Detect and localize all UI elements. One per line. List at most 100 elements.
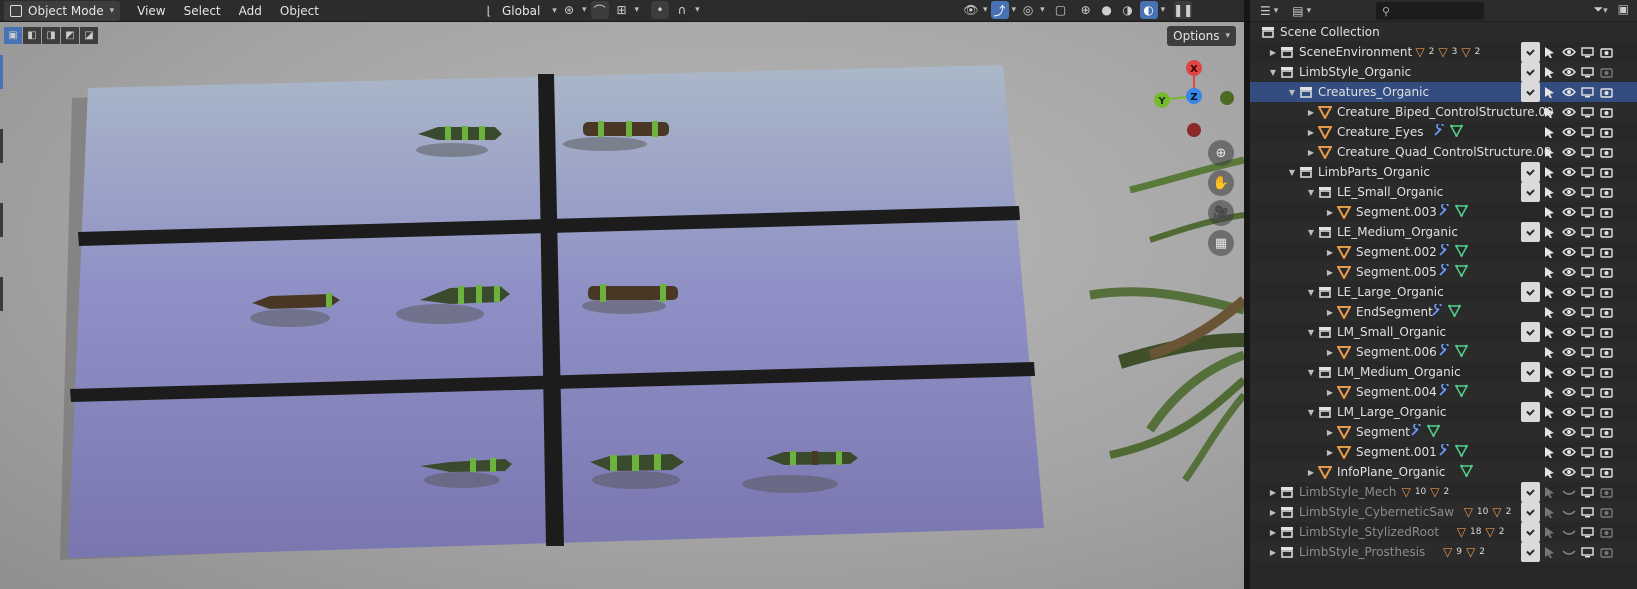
gizmo-neg-y-axis[interactable]	[1220, 91, 1234, 105]
collection-row[interactable]: ▶ SceneEnvironment ▽ 2 ▽ 3 ▽ 2	[1250, 42, 1637, 62]
collection-row[interactable]: ▼ LimbParts_Organic	[1250, 162, 1637, 182]
viewport-display-icon[interactable]	[1578, 442, 1597, 462]
collection-row[interactable]: ▶ LimbStyle_Prosthesis ▽ 9 ▽ 2	[1250, 542, 1637, 562]
modifier-wrench-icon[interactable]	[1431, 302, 1444, 320]
visibility-eye-icon[interactable]	[1559, 102, 1578, 122]
viewport-display-icon[interactable]	[1578, 162, 1597, 182]
collection-row[interactable]: ▼ LE_Large_Organic	[1250, 282, 1637, 302]
disclosure-closed-icon[interactable]: ▶	[1324, 348, 1336, 357]
menu-select[interactable]: Select	[175, 0, 230, 22]
exclude-checkbox[interactable]	[1521, 462, 1540, 482]
mesh-data-icon[interactable]	[1454, 344, 1469, 360]
modifier-wrench-icon[interactable]	[1438, 262, 1451, 280]
render-camera-icon[interactable]	[1597, 322, 1616, 342]
disclosure-open-icon[interactable]: ▼	[1305, 228, 1317, 237]
disclosure-closed-icon[interactable]: ▶	[1324, 308, 1336, 317]
exclude-checkbox[interactable]	[1521, 142, 1540, 162]
selectable-toggle-icon[interactable]	[1540, 282, 1559, 302]
exclude-checkbox[interactable]	[1521, 42, 1540, 62]
render-camera-icon[interactable]	[1597, 522, 1616, 542]
disclosure-closed-icon[interactable]: ▶	[1305, 108, 1317, 117]
menu-object[interactable]: Object	[271, 0, 328, 22]
visibility-eye-icon[interactable]	[1559, 342, 1578, 362]
disclosure-closed-icon[interactable]: ▶	[1267, 548, 1279, 557]
exclude-checkbox[interactable]	[1521, 482, 1540, 502]
collection-row[interactable]: ▼ LM_Small_Organic	[1250, 322, 1637, 342]
pan-hand-icon[interactable]: ✋	[1208, 170, 1234, 196]
object-row[interactable]: ▶ Segment.004	[1250, 382, 1637, 402]
exclude-checkbox[interactable]	[1521, 542, 1540, 562]
render-camera-icon[interactable]	[1597, 422, 1616, 442]
exclude-checkbox[interactable]	[1521, 362, 1540, 382]
exclude-checkbox[interactable]	[1521, 282, 1540, 302]
render-camera-icon[interactable]	[1597, 82, 1616, 102]
selectable-toggle-icon[interactable]	[1540, 362, 1559, 382]
disclosure-closed-icon[interactable]: ▶	[1305, 148, 1317, 157]
render-camera-icon[interactable]	[1597, 102, 1616, 122]
object-row[interactable]: ▶ Segment.006	[1250, 342, 1637, 362]
viewport-display-icon[interactable]	[1578, 542, 1597, 562]
gizmo-toggle-icon[interactable]: ⤴	[990, 1, 1009, 19]
object-row[interactable]: ▶ Segment.005	[1250, 262, 1637, 282]
render-camera-icon[interactable]	[1597, 202, 1616, 222]
disclosure-closed-icon[interactable]: ▶	[1267, 48, 1279, 57]
select-new-icon[interactable]: ▣	[4, 27, 22, 44]
exclude-checkbox[interactable]	[1521, 402, 1540, 422]
snap-target-icon[interactable]: ⊞	[613, 1, 631, 19]
overlays-icon[interactable]: ◎	[1019, 1, 1037, 19]
disclosure-closed-icon[interactable]: ▶	[1324, 388, 1336, 397]
viewport-display-icon[interactable]	[1578, 322, 1597, 342]
render-camera-icon[interactable]	[1597, 122, 1616, 142]
visibility-eye-icon[interactable]	[1559, 62, 1578, 82]
selectable-toggle-icon[interactable]	[1540, 442, 1559, 462]
collection-row[interactable]: ▶ LimbStyle_Mech ▽ 10 ▽ 2	[1250, 482, 1637, 502]
modifier-wrench-icon[interactable]	[1438, 242, 1451, 260]
mesh-data-icon[interactable]	[1460, 464, 1474, 480]
render-camera-icon[interactable]	[1597, 482, 1616, 502]
visibility-eye-icon[interactable]	[1559, 122, 1578, 142]
select-intersect-icon[interactable]: ◪	[80, 27, 98, 44]
object-row[interactable]: ▶ InfoPlane_Organic	[1250, 462, 1637, 482]
selectable-toggle-icon[interactable]	[1540, 382, 1559, 402]
modifier-wrench-icon[interactable]	[1438, 382, 1451, 400]
viewport-display-icon[interactable]	[1578, 42, 1597, 62]
visibility-eye-icon[interactable]	[1559, 382, 1578, 402]
transform-orientation-dropdown[interactable]: ⌊ Global ▾	[475, 1, 562, 21]
collection-row[interactable]: ▼ Creatures_Organic	[1250, 82, 1637, 102]
disclosure-closed-icon[interactable]: ▶	[1267, 488, 1279, 497]
viewport-display-icon[interactable]	[1578, 382, 1597, 402]
shading-material-icon[interactable]: ◑	[1119, 1, 1137, 19]
viewport-display-icon[interactable]	[1578, 242, 1597, 262]
selectable-toggle-icon[interactable]	[1540, 302, 1559, 322]
shading-rendered-icon[interactable]: ◐	[1139, 1, 1158, 19]
selectable-toggle-icon[interactable]	[1540, 102, 1559, 122]
disclosure-closed-icon[interactable]: ▶	[1324, 268, 1336, 277]
render-camera-icon[interactable]	[1597, 162, 1616, 182]
pivot-point-icon[interactable]: ⊛	[560, 1, 578, 19]
exclude-checkbox[interactable]	[1521, 502, 1540, 522]
exclude-checkbox[interactable]	[1521, 422, 1540, 442]
exclude-checkbox[interactable]	[1521, 522, 1540, 542]
render-camera-icon[interactable]	[1597, 62, 1616, 82]
object-row[interactable]: ▶ Segment	[1250, 422, 1637, 442]
exclude-checkbox[interactable]	[1521, 162, 1540, 182]
render-camera-icon[interactable]	[1597, 222, 1616, 242]
exclude-checkbox[interactable]	[1521, 242, 1540, 262]
exclude-checkbox[interactable]	[1521, 202, 1540, 222]
viewport-display-icon[interactable]	[1578, 122, 1597, 142]
selectable-toggle-icon[interactable]	[1540, 402, 1559, 422]
viewport-display-icon[interactable]	[1578, 102, 1597, 122]
visibility-eye-icon[interactable]	[1559, 402, 1578, 422]
viewport-display-icon[interactable]	[1578, 362, 1597, 382]
viewport-display-icon[interactable]	[1578, 282, 1597, 302]
selectable-toggle-icon[interactable]	[1540, 242, 1559, 262]
viewport-display-icon[interactable]	[1578, 502, 1597, 522]
disclosure-closed-icon[interactable]: ▶	[1267, 508, 1279, 517]
exclude-checkbox[interactable]	[1521, 342, 1540, 362]
mesh-data-icon[interactable]	[1454, 384, 1469, 400]
disclosure-closed-icon[interactable]: ▶	[1324, 248, 1336, 257]
render-camera-icon[interactable]	[1597, 462, 1616, 482]
viewport-display-icon[interactable]	[1578, 422, 1597, 442]
snap-toggle-icon[interactable]: ⌒	[590, 1, 609, 19]
visibility-eye-icon[interactable]	[1559, 442, 1578, 462]
